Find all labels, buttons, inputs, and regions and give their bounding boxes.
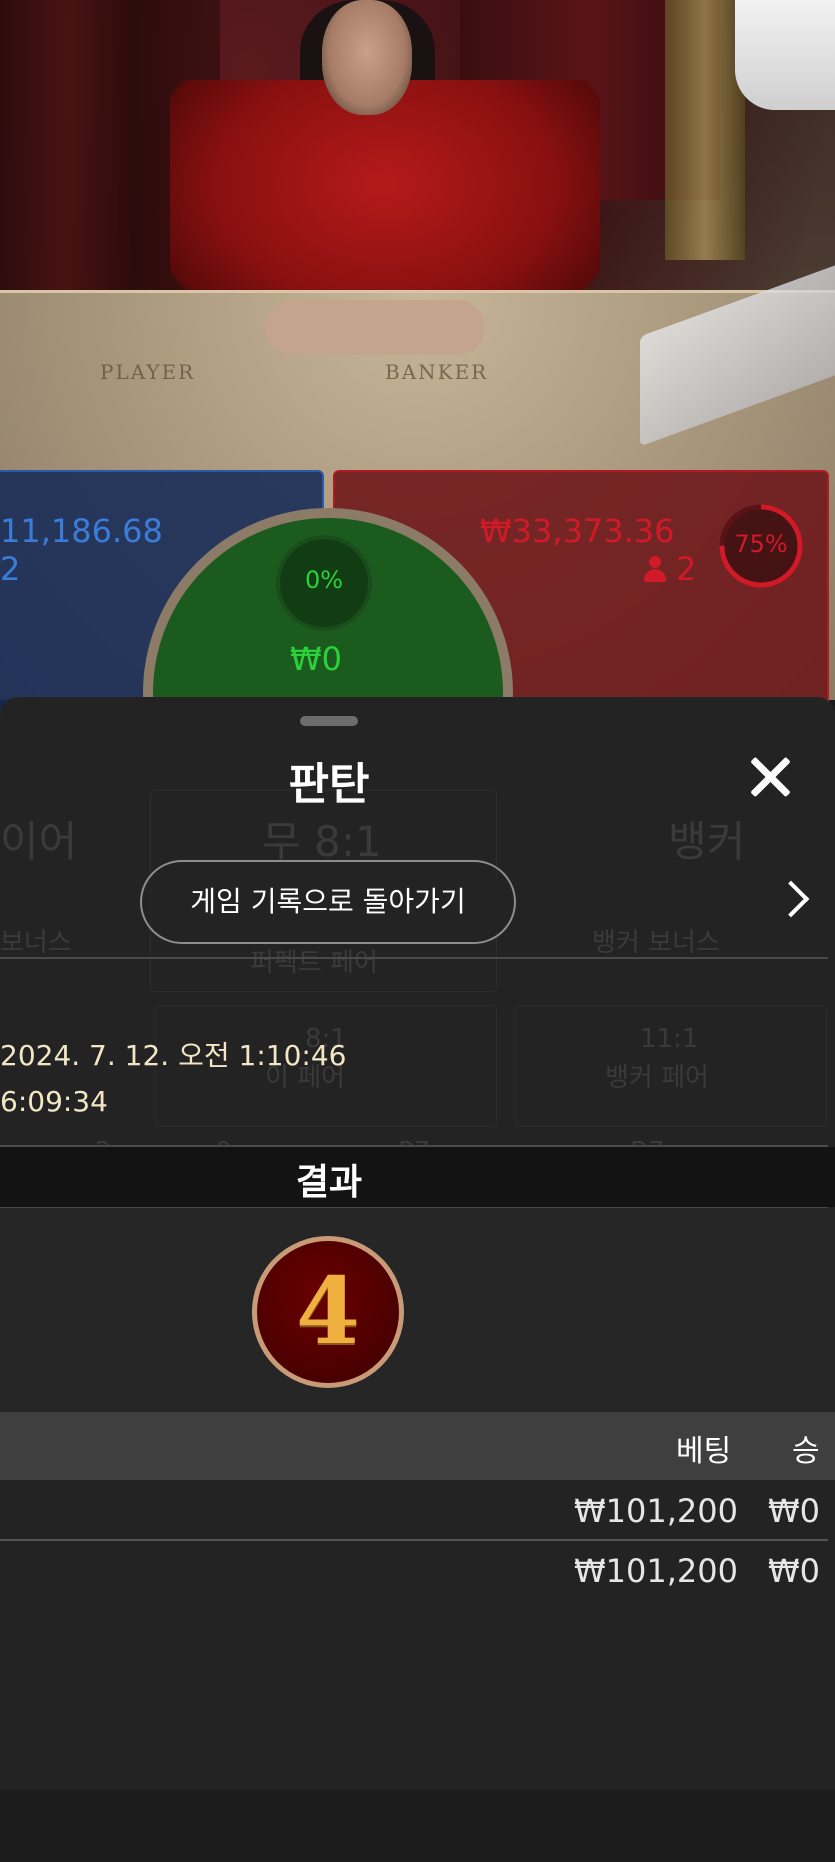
round-datetime: 2024. 7. 12. 오전 1:10:46	[0, 1039, 347, 1072]
back-to-history-button[interactable]: 게임 기록으로 돌아가기	[140, 860, 516, 944]
dealer-face	[322, 0, 412, 115]
ghost-banker-bonus: 뱅커 보너스	[592, 928, 720, 958]
divider	[0, 957, 828, 959]
header-win: 승	[792, 1434, 820, 1469]
gold-decoration	[665, 0, 745, 260]
table-label-player: PLAYER	[100, 360, 196, 384]
row-win-amount: ₩0	[768, 1552, 820, 1590]
row-win-amount: ₩0	[768, 1492, 820, 1530]
ghost-banker-pair: 뱅커 페어	[605, 1063, 709, 1093]
result-title: 결과	[295, 1162, 363, 1203]
sheet-title: 판탄	[288, 759, 370, 810]
result-area	[0, 1208, 835, 1412]
ghost-banker-pair-odds: 11:1	[640, 1024, 699, 1054]
ghost-perfect-pair: 퍼펙트 페어	[250, 948, 378, 978]
background-dealer	[735, 0, 835, 110]
dealer-hands	[265, 300, 485, 355]
round-duration: 6:09:34	[0, 1085, 108, 1118]
banker-bet-count: 2	[676, 550, 697, 588]
header-bet: 베팅	[676, 1434, 732, 1469]
row-bet-amount: ₩101,200	[574, 1492, 738, 1530]
person-icon	[644, 556, 666, 582]
tie-bet-amount: ₩0	[290, 640, 342, 678]
result-number-ball: 4	[252, 1236, 404, 1388]
ghost-player-bonus: 보너스	[0, 928, 72, 958]
player-bet-count: 2	[0, 550, 21, 588]
close-icon[interactable]	[745, 752, 795, 802]
player-bet-amount: 11,186.68	[0, 512, 163, 550]
sheet-drag-handle[interactable]	[300, 716, 358, 726]
sheet-footer	[0, 1790, 835, 1862]
ghost-player-label: 이어	[0, 817, 78, 866]
table-label-banker: BANKER	[385, 360, 489, 384]
tie-percent-label: 0%	[304, 566, 344, 594]
ghost-banker-label: 뱅커	[668, 817, 746, 866]
banker-bet-amount: ₩33,373.36	[480, 512, 675, 550]
banker-percent-label: 75%	[734, 530, 788, 558]
row-bet-amount: ₩101,200	[574, 1552, 738, 1590]
